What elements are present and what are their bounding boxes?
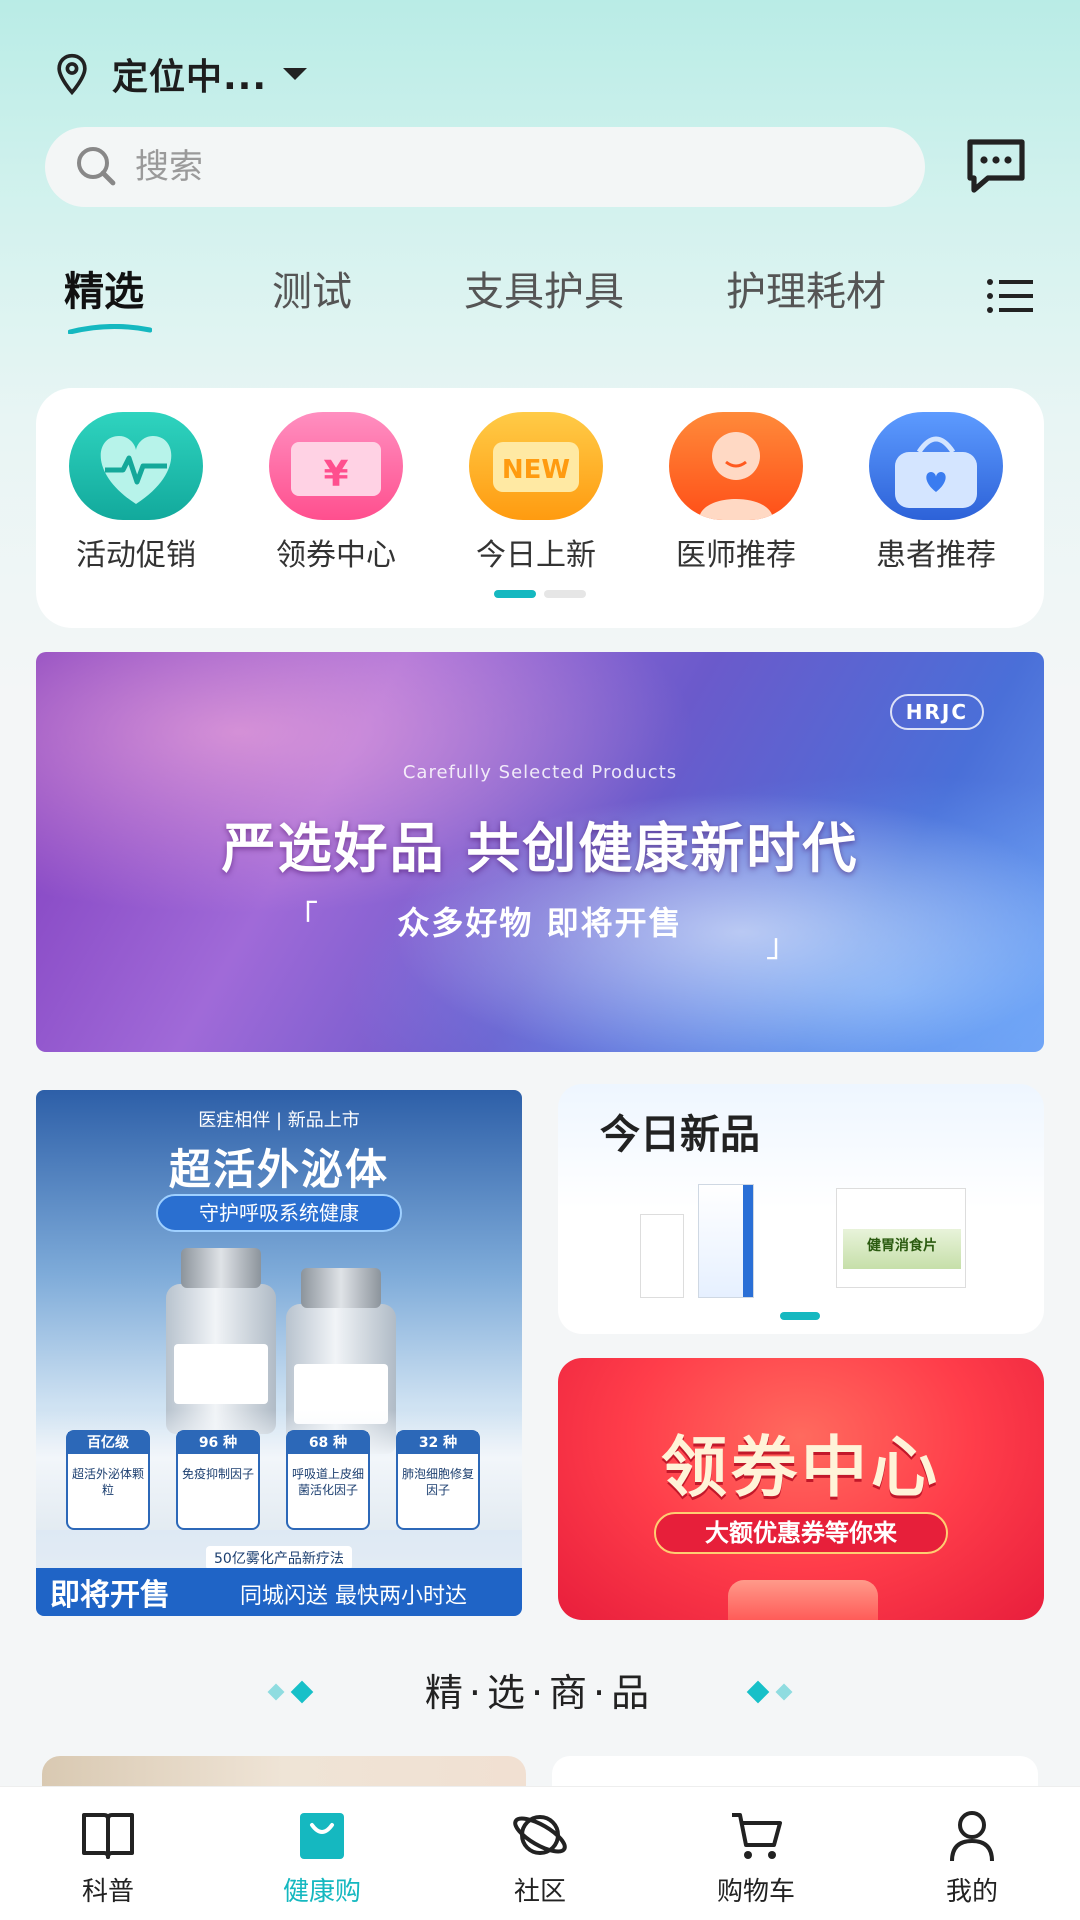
tab-braces[interactable]: 支具护具 (464, 262, 624, 322)
category-tabs: 精选 测试 支具护具 护理耗材 (0, 262, 1080, 342)
planet-icon (513, 1815, 567, 1855)
tab-nursing-supplies[interactable]: 护理耗材 (726, 262, 886, 322)
message-icon[interactable] (964, 136, 1028, 196)
delivery-label: 同城闪送 最快两小时达 (240, 1584, 467, 1609)
section-decoration-right (746, 1680, 793, 1704)
promo-note: 50亿雾化产品新疗法 (206, 1546, 352, 1570)
bottom-tab-bar: 科普 健康购 社区 购物车 我的 (0, 1786, 1080, 1920)
category-new-today[interactable]: NEW 今日上新 (456, 412, 616, 582)
feature-card: 68 种 呼吸道上皮细菌活化因子 (286, 1430, 370, 1530)
category-label: 领券中心 (276, 538, 396, 573)
patient-bag-icon (869, 412, 1003, 520)
banner-subtitle-en: Carefully Selected Products (402, 762, 678, 783)
search-bar[interactable] (45, 127, 925, 207)
tabbar-item-me[interactable]: 我的 (892, 1807, 1052, 1908)
coupon-icon: ¥ (269, 412, 403, 520)
coming-soon-label: 即将开售 (50, 1578, 170, 1613)
heart-pulse-icon (69, 412, 203, 520)
feature-card: 32 种 肺泡细胞修复因子 (396, 1430, 480, 1530)
promo-bottom-bar: 即将开售 同城闪送 最快两小时达 (36, 1568, 522, 1616)
user-icon (950, 1811, 994, 1862)
tabbar-item-community[interactable]: 社区 (460, 1807, 620, 1908)
caret-down-icon (283, 68, 308, 80)
promo-exosome[interactable]: 医疰相伴 | 新品上市 超活外泌体 守护呼吸系统健康 百亿级 超活外泌体颗粒 9… (36, 1090, 522, 1616)
book-icon (82, 1813, 134, 1859)
product-image (698, 1184, 754, 1298)
svg-text:NEW: NEW (502, 455, 570, 485)
promo-coupon-pill: 大额优惠券等你来 (654, 1512, 948, 1554)
tabbar-item-cart[interactable]: 购物车 (676, 1807, 836, 1908)
banner-title: 严选好品 共创健康新时代 (221, 817, 859, 880)
promo-new-title: 今日新品 (600, 1112, 760, 1158)
category-patient-recommend[interactable]: 患者推荐 (856, 412, 1016, 582)
search-icon (77, 147, 116, 186)
product-name: 健胃消食片 (867, 1238, 937, 1254)
hero-banner[interactable]: HRJC Carefully Selected Products 严选好品 共创… (36, 652, 1044, 1052)
category-promotions[interactable]: 活动促销 (56, 412, 216, 582)
feature-card: 百亿级 超活外泌体颗粒 (66, 1430, 150, 1530)
product-image (640, 1214, 684, 1298)
category-coupon-center[interactable]: ¥ 领券中心 (256, 412, 416, 582)
location-pin-icon (57, 53, 87, 96)
section-title: 精·选·商·品 (424, 1671, 656, 1715)
bracket-close: 」 (766, 926, 799, 964)
promo-title: 超活外泌体 (168, 1145, 389, 1194)
promo-coupon-center[interactable]: 领券中心 大额优惠券等你来 (558, 1358, 1044, 1620)
location-selector[interactable]: 定位中... (50, 44, 308, 104)
quick-category-card: 活动促销 ¥ 领券中心 NEW 今日上新 医师推荐 患者推荐 (36, 388, 1044, 628)
shopping-bag-icon (300, 1813, 344, 1859)
page-indicator (494, 590, 586, 598)
new-badge-icon: NEW (469, 412, 603, 520)
decoration (728, 1580, 878, 1620)
product-image: 健胃消食片 (836, 1188, 966, 1288)
location-text: 定位中... (112, 57, 268, 98)
category-label: 今日上新 (476, 538, 596, 573)
tab-featured[interactable]: 精选 (64, 262, 144, 322)
tabbar-item-science[interactable]: 科普 (28, 1807, 188, 1908)
page-indicator (780, 1312, 820, 1320)
cart-icon (732, 1813, 782, 1859)
category-doctor-recommend[interactable]: 医师推荐 (656, 412, 816, 582)
banner-tagline: 众多好物 即将开售 (397, 904, 683, 942)
tabbar-item-health-shop[interactable]: 健康购 (242, 1807, 402, 1908)
promo-coupon-title: 领券中心 (661, 1429, 941, 1506)
category-label: 活动促销 (76, 538, 196, 573)
tab-test[interactable]: 测试 (272, 262, 352, 322)
category-label: 医师推荐 (676, 538, 796, 573)
search-input[interactable] (135, 147, 835, 187)
promo-pill: 守护呼吸系统健康 (156, 1194, 402, 1232)
promo-new-products[interactable]: 今日新品 健胃消食片 (558, 1084, 1044, 1334)
feature-card: 96 种 免疫抑制因子 (176, 1430, 260, 1530)
tab-active-indicator (68, 324, 152, 334)
svg-text:¥: ¥ (323, 454, 348, 495)
doctor-icon (669, 412, 803, 520)
promo-top-line: 医疰相伴 | 新品上市 (198, 1110, 360, 1131)
menu-list-icon[interactable] (985, 276, 1035, 316)
brand-logo: HRJC (889, 694, 984, 730)
category-label: 患者推荐 (876, 538, 996, 573)
